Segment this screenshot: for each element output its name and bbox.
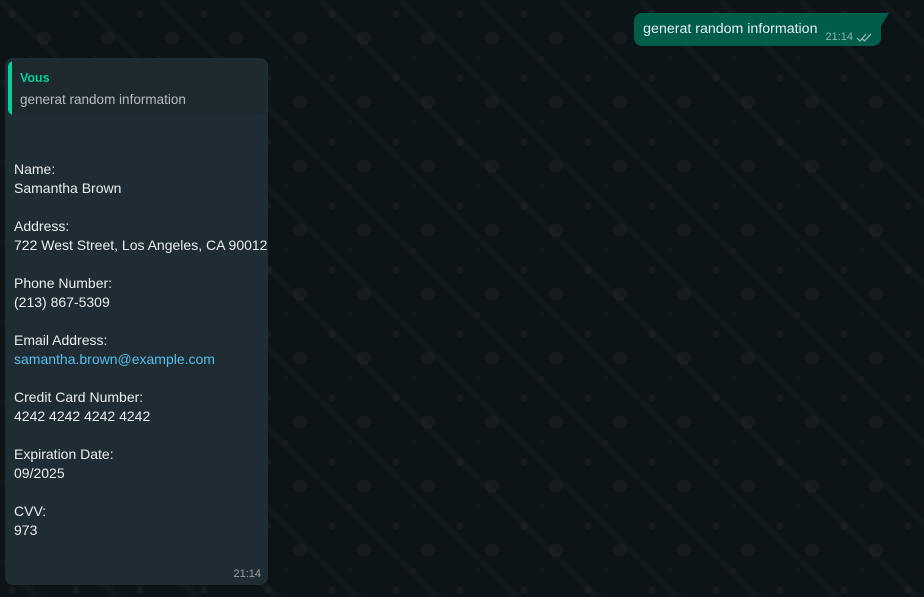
quote-text: generat random information <box>20 92 186 107</box>
field-value: 4242 4242 4242 4242 <box>14 408 151 424</box>
field-address: Address: 722 West Street, Los Angeles, C… <box>14 217 267 255</box>
field-phone: Phone Number: (213) 867-5309 <box>14 274 267 312</box>
field-label: CVV: <box>14 503 47 519</box>
field-expiration: Expiration Date: 09/2025 <box>14 445 267 483</box>
field-label: Phone Number: <box>14 275 113 291</box>
field-value: 973 <box>14 522 38 538</box>
incoming-message-time: 21:14 <box>233 568 261 580</box>
quoted-message[interactable]: Vous generat random information <box>8 61 265 115</box>
outgoing-message-time: 21:14 <box>825 31 853 43</box>
field-label: Expiration Date: <box>14 446 114 462</box>
outgoing-message[interactable]: generat random information 21:14 <box>634 13 889 46</box>
field-label: Address: <box>14 218 70 234</box>
field-label: Email Address: <box>14 332 108 348</box>
outgoing-message-meta: 21:14 <box>825 31 872 43</box>
field-label: Credit Card Number: <box>14 389 144 405</box>
field-value: (213) 867-5309 <box>14 294 110 310</box>
quote-author: Vous <box>20 71 50 85</box>
field-credit-card: Credit Card Number: 4242 4242 4242 4242 <box>14 388 267 426</box>
outgoing-message-text: generat random information <box>643 21 818 37</box>
quote-accent-bar <box>8 61 12 115</box>
field-value: 722 West Street, Los Angeles, CA 90012 <box>14 237 268 253</box>
email-link[interactable]: samantha.brown@example.com <box>14 350 267 369</box>
field-email: Email Address: samantha.brown@example.co… <box>14 331 267 369</box>
chat-panel: generat random information 21:14 Vous ge… <box>0 0 924 597</box>
message-body: Name: Samantha Brown Address: 722 West S… <box>14 160 267 559</box>
field-name: Name: Samantha Brown <box>14 160 267 198</box>
field-cvv: CVV: 973 <box>14 502 267 540</box>
double-check-icon <box>856 32 872 43</box>
field-value: Samantha Brown <box>14 180 122 196</box>
field-label: Name: <box>14 161 56 177</box>
incoming-message[interactable]: Vous generat random information Name: Sa… <box>5 58 268 585</box>
field-value: 09/2025 <box>14 465 65 481</box>
